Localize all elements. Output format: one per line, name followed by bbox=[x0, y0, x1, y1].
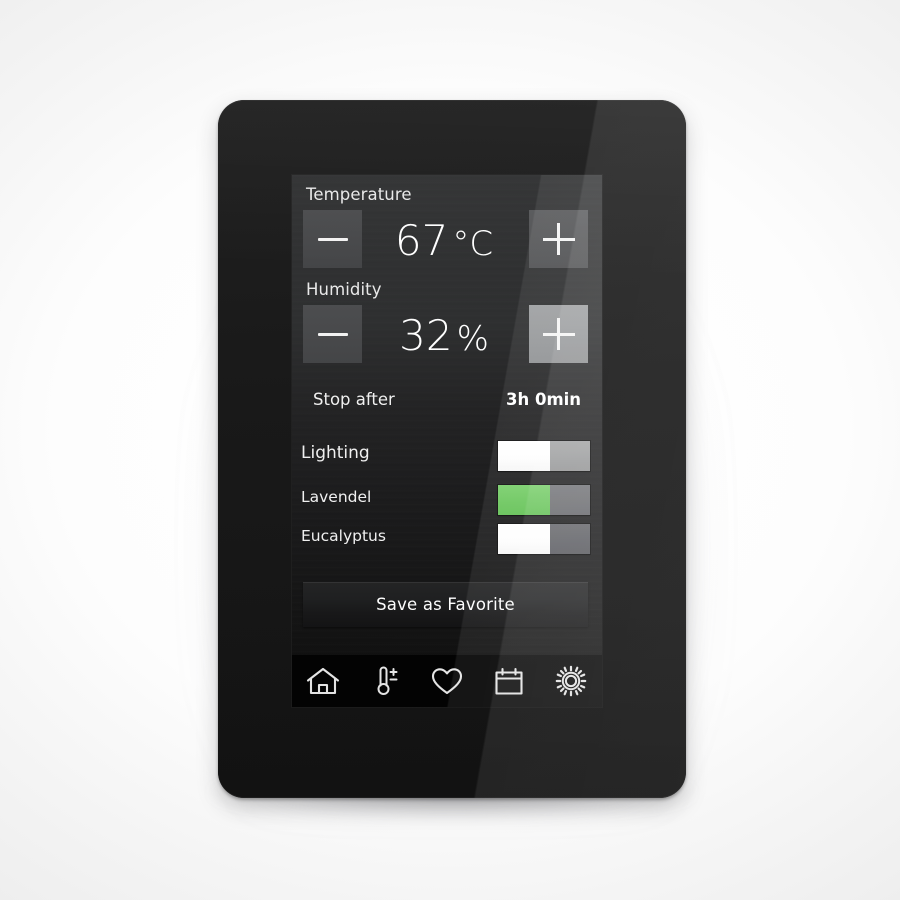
bottom-navigation-bar bbox=[292, 655, 602, 707]
toggle-off-segment bbox=[549, 485, 590, 515]
toggle-on-segment bbox=[498, 485, 550, 515]
humidity-readout: 32% bbox=[374, 311, 514, 360]
temperature-readout: 67 °C bbox=[374, 216, 514, 265]
nav-item-settings[interactable] bbox=[545, 660, 597, 702]
plus-icon bbox=[542, 318, 575, 350]
toggle-label-eucalyptus: Eucalyptus bbox=[301, 527, 386, 545]
nav-item-home[interactable] bbox=[297, 660, 349, 702]
humidity-decrease-button[interactable] bbox=[303, 305, 362, 363]
heart-icon bbox=[430, 665, 464, 697]
humidity-unit: % bbox=[456, 319, 489, 359]
toggle-off-segment bbox=[549, 524, 590, 554]
temperature-label: Temperature bbox=[306, 185, 412, 204]
stop-after-value[interactable]: 3h 0min bbox=[506, 390, 581, 409]
save-as-favorite-label: Save as Favorite bbox=[376, 595, 515, 614]
plus-icon bbox=[542, 223, 575, 255]
wall-control-panel-device: Temperature 67 °C Humidity 32% Stop afte… bbox=[218, 100, 686, 798]
humidity-value: 32 bbox=[399, 311, 453, 360]
humidity-increase-button[interactable] bbox=[529, 305, 588, 363]
stop-after-label: Stop after bbox=[313, 390, 395, 409]
nav-item-climate[interactable] bbox=[359, 660, 411, 702]
thermometer-icon bbox=[369, 665, 401, 697]
device-screen: Temperature 67 °C Humidity 32% Stop afte… bbox=[292, 175, 602, 707]
toggle-off-segment bbox=[549, 441, 590, 471]
save-as-favorite-button[interactable]: Save as Favorite bbox=[303, 582, 588, 627]
toggle-on-segment bbox=[498, 524, 550, 554]
scene: Temperature 67 °C Humidity 32% Stop afte… bbox=[0, 0, 900, 900]
toggle-lighting[interactable] bbox=[498, 441, 590, 471]
toggle-eucalyptus[interactable] bbox=[498, 524, 590, 554]
nav-item-favorites[interactable] bbox=[421, 660, 473, 702]
home-icon bbox=[305, 665, 341, 697]
humidity-label: Humidity bbox=[306, 280, 382, 299]
toggle-lavendel[interactable] bbox=[498, 485, 590, 515]
screen-content: Temperature 67 °C Humidity 32% Stop afte… bbox=[292, 175, 602, 707]
toggle-label-lavendel: Lavendel bbox=[301, 488, 372, 506]
temperature-decrease-button[interactable] bbox=[303, 210, 362, 268]
toggle-on-segment bbox=[498, 441, 550, 471]
nav-item-schedule[interactable] bbox=[483, 660, 535, 702]
calendar-icon bbox=[493, 665, 525, 697]
gear-icon bbox=[554, 664, 588, 698]
minus-icon bbox=[317, 332, 348, 336]
temperature-value: 67 bbox=[394, 216, 449, 265]
toggle-label-lighting: Lighting bbox=[301, 443, 370, 463]
minus-icon bbox=[317, 237, 348, 241]
temperature-unit: °C bbox=[452, 224, 494, 264]
temperature-increase-button[interactable] bbox=[529, 210, 588, 268]
